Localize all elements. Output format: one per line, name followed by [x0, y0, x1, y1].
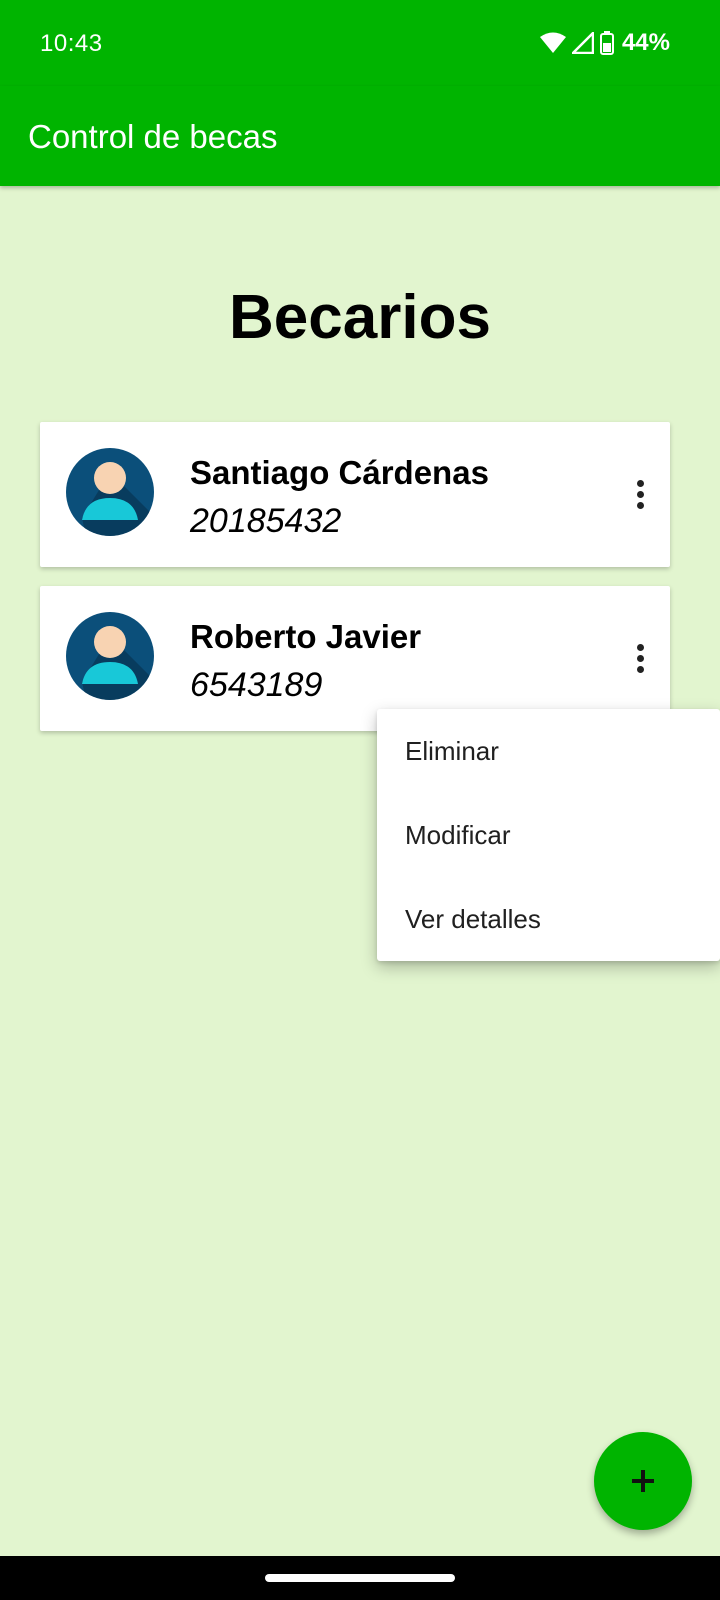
plus-icon: [632, 1470, 654, 1492]
page-title: Becarios: [229, 283, 491, 352]
becario-id: 6543189: [190, 666, 323, 704]
more-dot: [636, 501, 644, 509]
context-menu: Eliminar Modificar Ver detalles: [377, 709, 720, 961]
more-vert-icon[interactable]: [620, 630, 660, 686]
person-avatar-icon: [66, 448, 154, 536]
battery-icon: [599, 31, 614, 55]
wifi-icon: [539, 32, 566, 53]
status-bar: 10:43 44%: [0, 0, 720, 86]
home-gesture-handle[interactable]: [265, 1574, 455, 1582]
more-dot: [636, 479, 644, 487]
becario-name: Roberto Javier: [190, 618, 422, 655]
app-title: Control de becas: [28, 118, 278, 155]
more-dot: [636, 643, 644, 651]
status-icons: 44%: [539, 28, 670, 58]
more-dot: [636, 665, 644, 673]
app-bar: Control de becas: [0, 86, 720, 186]
becario-id: 20185432: [190, 502, 342, 540]
cell-signal-icon: [571, 32, 594, 54]
person-avatar-icon: [66, 612, 154, 700]
add-becario-button[interactable]: [594, 1432, 692, 1530]
menu-item-modificar[interactable]: Modificar: [377, 793, 720, 877]
status-time: 10:43: [40, 30, 103, 57]
menu-item-ver-detalles[interactable]: Ver detalles: [377, 877, 720, 961]
battery-percentage: 44%: [621, 29, 670, 56]
becario-name: Santiago Cárdenas: [190, 454, 489, 491]
menu-item-eliminar[interactable]: Eliminar: [377, 709, 720, 793]
navigation-bar: [0, 1556, 720, 1600]
more-dot: [636, 654, 644, 662]
more-dot: [636, 490, 644, 498]
becario-card[interactable]: Santiago Cárdenas 20185432: [40, 422, 670, 567]
more-vert-icon[interactable]: [620, 466, 660, 522]
